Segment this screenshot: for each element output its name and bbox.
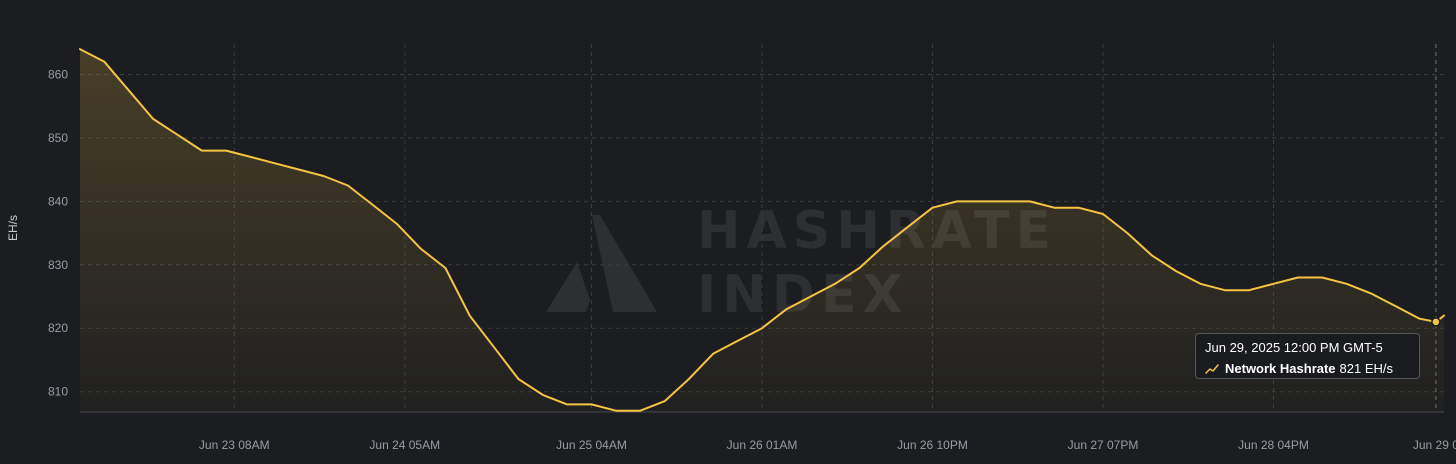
- x-tick-label: Jun 27 07PM: [1068, 438, 1139, 452]
- y-tick-label: 820: [48, 321, 68, 335]
- x-tick-label: Jun 25 04AM: [556, 438, 627, 452]
- x-tick-label: Jun 23 08AM: [199, 438, 270, 452]
- tooltip: Jun 29, 2025 12:00 PM GMT-5 Network Hash…: [1195, 333, 1420, 379]
- line-chart-icon: [1205, 364, 1219, 374]
- chart-container: HASHRATE INDEX 810 820 830 840 850 860 Jun 23…: [0, 0, 1456, 464]
- tooltip-series-row: Network Hashrate 821 EH/s: [1205, 360, 1410, 378]
- y-axis-title: EH/s: [6, 215, 20, 241]
- x-tick-label: Jun 29 0: [1413, 438, 1456, 452]
- x-tick-label: Jun 26 10PM: [897, 438, 968, 452]
- tooltip-series-value: 821 EH/s: [1339, 361, 1394, 376]
- hashrate-chart[interactable]: HASHRATE INDEX 810820830840850860 Jun 23…: [0, 0, 1456, 464]
- hover-point[interactable]: [1431, 317, 1441, 327]
- x-tick-label: Jun 28 04PM: [1238, 438, 1309, 452]
- y-tick-label: 850: [48, 131, 68, 145]
- y-tick-label: 860: [48, 67, 68, 81]
- y-tick-label: 810: [48, 385, 68, 399]
- x-axis-ticks: Jun 23 08AM Jun 24 05AM Jun 25 04AM Jun 26 …: [199, 438, 1456, 452]
- tooltip-series-name: Network Hashrate: [1225, 361, 1336, 376]
- y-axis-ticks: 810 820 830 840 850 860: [48, 67, 68, 398]
- x-tick-label: Jun 24 05AM: [369, 438, 440, 452]
- watermark-logo-icon: [546, 215, 657, 312]
- x-tick-label: Jun 26 01AM: [727, 438, 798, 452]
- tooltip-date: Jun 29, 2025 12:00 PM GMT-5: [1205, 340, 1383, 355]
- y-tick-label: 840: [48, 194, 68, 208]
- y-tick-label: 830: [48, 258, 68, 272]
